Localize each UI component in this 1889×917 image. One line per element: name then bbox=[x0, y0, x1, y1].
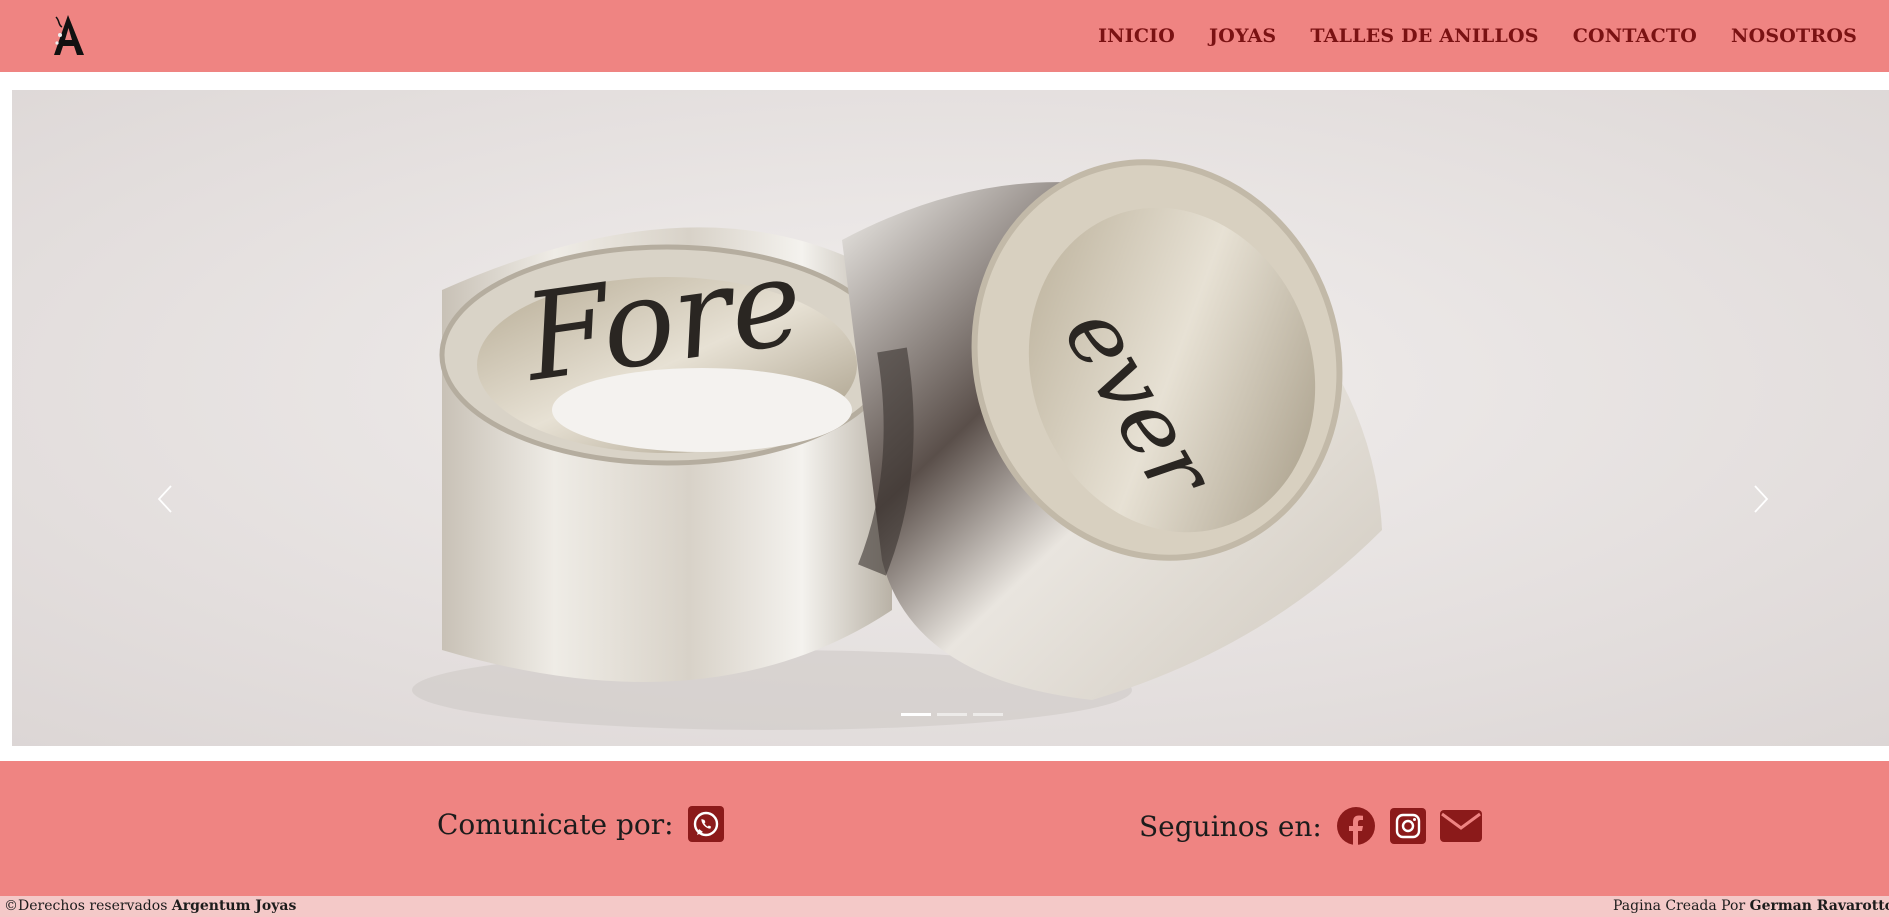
argentum-a-logo-icon bbox=[54, 15, 84, 55]
carousel-indicators bbox=[901, 713, 1003, 716]
credit-prefix: Pagina Creada Por bbox=[1613, 898, 1746, 914]
instagram-icon bbox=[1389, 808, 1426, 844]
copyright-brand: Argentum Joyas bbox=[171, 898, 297, 914]
follow-label: Seguinos en: bbox=[1139, 809, 1322, 843]
nav-link-joyas[interactable]: JOYAS bbox=[1209, 25, 1276, 47]
email-link[interactable] bbox=[1439, 810, 1482, 842]
communicate-group: Comunicate por: bbox=[437, 806, 724, 842]
communicate-label: Comunicate por: bbox=[437, 807, 674, 841]
email-icon bbox=[1439, 810, 1482, 842]
carousel-prev-button[interactable] bbox=[153, 482, 177, 516]
instagram-link[interactable] bbox=[1389, 808, 1426, 844]
credit-name: German Ravarotto bbox=[1749, 898, 1889, 914]
carousel-slide-image: Fore ever bbox=[12, 90, 1889, 746]
main-nav: INICIO JOYAS TALLES DE ANILLOS CONTACTO … bbox=[1098, 25, 1857, 47]
credit-text: Pagina Creada Por German Ravarotto bbox=[1613, 898, 1889, 914]
copyright-prefix: ©Derechos reservados bbox=[4, 898, 168, 914]
chevron-left-icon bbox=[157, 485, 172, 513]
follow-group: Seguinos en: bbox=[1139, 806, 1482, 846]
contact-band: Comunicate por: Seguinos en: bbox=[0, 761, 1889, 896]
carousel-indicator-3[interactable] bbox=[973, 713, 1003, 716]
brand-logo[interactable] bbox=[48, 12, 88, 60]
copyright-text: ©Derechos reservados Argentum Joyas bbox=[4, 898, 296, 914]
nav-link-talles-de-anillos[interactable]: TALLES DE ANILLOS bbox=[1310, 25, 1538, 47]
facebook-icon bbox=[1336, 807, 1375, 845]
carousel-indicator-2[interactable] bbox=[937, 713, 967, 716]
carousel-next-button[interactable] bbox=[1749, 482, 1773, 516]
nav-link-contacto[interactable]: CONTACTO bbox=[1573, 25, 1697, 47]
whatsapp-link[interactable] bbox=[687, 806, 724, 842]
hero-carousel: Fore ever bbox=[12, 90, 1889, 746]
top-navbar: INICIO JOYAS TALLES DE ANILLOS CONTACTO … bbox=[0, 0, 1889, 72]
nav-link-inicio[interactable]: INICIO bbox=[1098, 25, 1175, 47]
nav-link-nosotros[interactable]: NOSOTROS bbox=[1731, 25, 1857, 47]
facebook-link[interactable] bbox=[1336, 806, 1376, 846]
chevron-right-icon bbox=[1754, 485, 1769, 513]
whatsapp-icon bbox=[687, 806, 724, 842]
carousel-indicator-1[interactable] bbox=[901, 713, 931, 716]
site-footer: ©Derechos reservados Argentum Joyas Pagi… bbox=[0, 896, 1889, 917]
